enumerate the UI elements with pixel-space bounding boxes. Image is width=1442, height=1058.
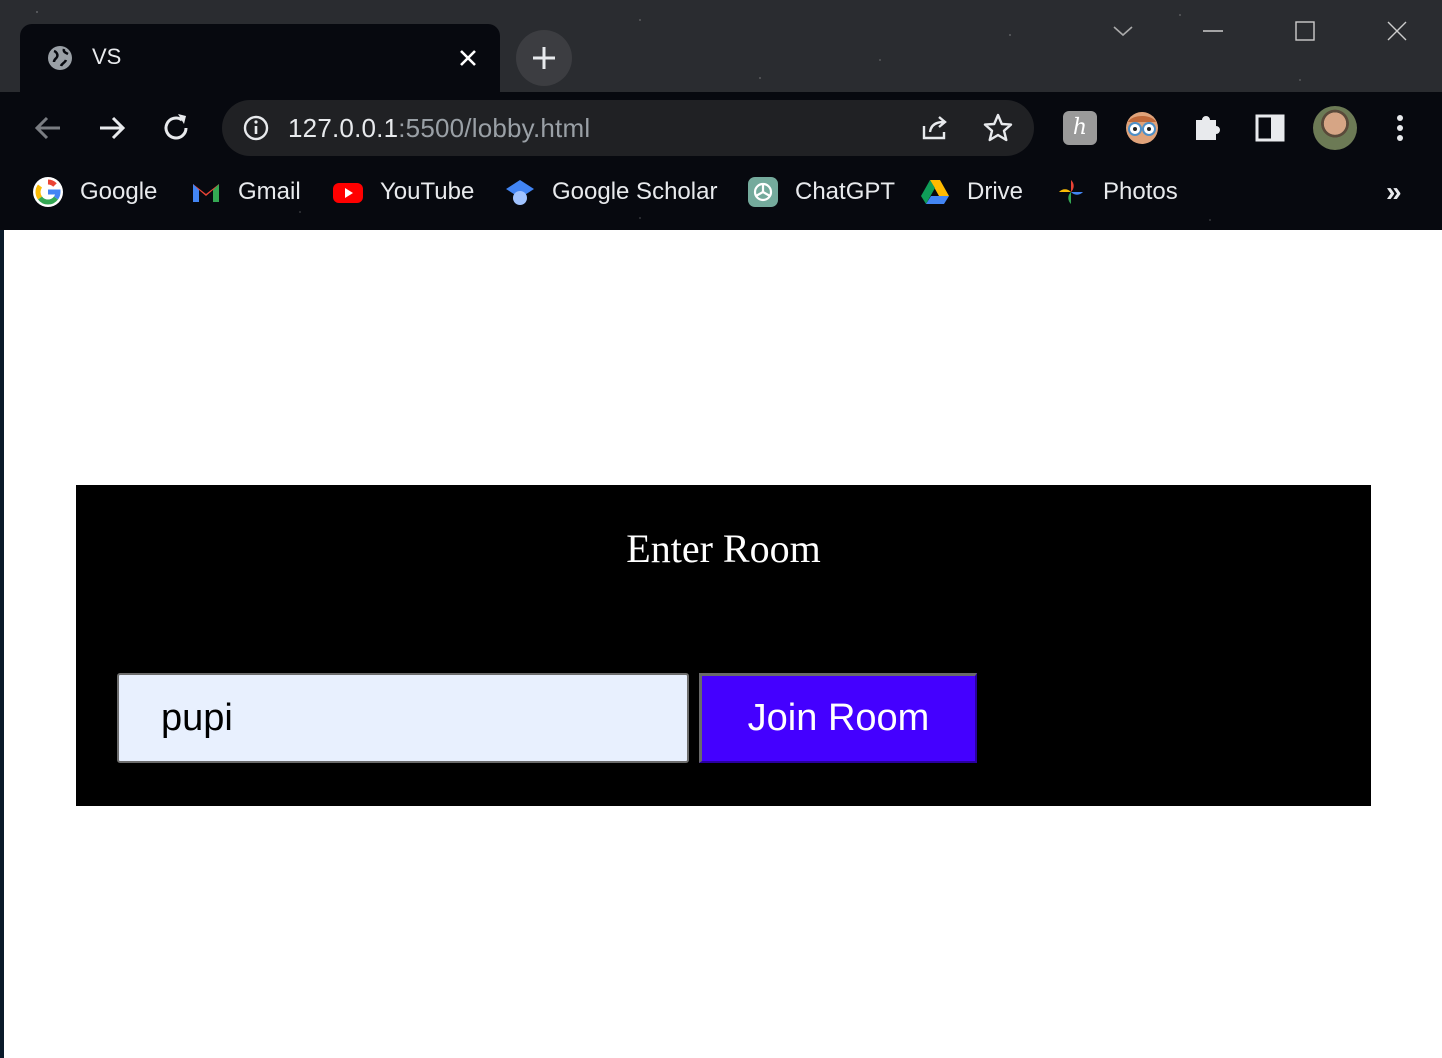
minimize-icon[interactable] <box>1198 16 1228 46</box>
window-close-icon[interactable] <box>1382 16 1412 46</box>
plus-icon <box>533 47 555 69</box>
maximize-icon[interactable] <box>1290 16 1320 46</box>
room-name-input[interactable] <box>117 673 689 763</box>
browser-tab[interactable]: VS <box>20 24 500 92</box>
menu-kebab-icon[interactable] <box>1380 108 1420 148</box>
url-text[interactable]: 127.0.0.1:5500/lobby.html <box>288 113 590 144</box>
bookmark-google[interactable]: Google <box>32 168 157 216</box>
honey-extension-icon[interactable]: h <box>1060 108 1100 148</box>
join-room-button[interactable]: Join Room <box>699 673 977 763</box>
bookmark-label: ChatGPT <box>795 178 896 205</box>
back-icon[interactable] <box>30 110 66 146</box>
photos-icon <box>1059 180 1083 204</box>
url-path: :5500/lobby.html <box>398 113 591 143</box>
chatgpt-icon <box>748 177 778 207</box>
bookmark-chatgpt[interactable]: ChatGPT <box>747 168 895 216</box>
address-bar[interactable]: 127.0.0.1:5500/lobby.html <box>222 100 1034 156</box>
forward-icon[interactable] <box>94 110 130 146</box>
close-icon[interactable] <box>454 44 482 72</box>
url-host: 127.0.0.1 <box>288 113 399 143</box>
bookmark-youtube[interactable]: YouTube <box>332 168 474 216</box>
bookmarks-bar: Google Gmail YouTube Google Scholar Chat… <box>0 168 1442 216</box>
bookmark-drive[interactable]: Drive <box>919 168 1023 216</box>
new-tab-button[interactable] <box>516 30 572 86</box>
bookmark-photos[interactable]: Photos <box>1055 168 1178 216</box>
globe-icon <box>48 46 72 70</box>
bookmark-label: Gmail <box>238 178 301 205</box>
bookmark-label: Photos <box>1103 178 1178 205</box>
page-viewport: Enter Room Join Room <box>4 230 1442 1058</box>
google-icon <box>33 177 63 207</box>
gmail-icon <box>193 184 219 202</box>
info-icon[interactable] <box>242 114 270 142</box>
drive-icon <box>921 180 949 204</box>
star-icon[interactable] <box>982 112 1014 144</box>
bookmarks-overflow-button[interactable]: » <box>1386 176 1402 208</box>
page-title: Enter Room <box>626 526 821 571</box>
puzzle-extensions-icon[interactable] <box>1188 108 1228 148</box>
bookmark-google-scholar[interactable]: Google Scholar <box>504 168 717 216</box>
bookmark-label: Google <box>80 178 158 205</box>
scholar-icon <box>506 180 534 205</box>
side-panel-icon[interactable] <box>1250 108 1290 148</box>
share-icon[interactable] <box>918 112 950 144</box>
bookmark-label: Drive <box>967 178 1024 205</box>
browser-chrome: VS 127.0.0.1:5500/lobby.html h Google Gm… <box>0 0 1442 230</box>
reload-icon[interactable] <box>158 110 194 146</box>
lobby-panel: Enter Room Join Room <box>76 485 1371 806</box>
profile-avatar[interactable] <box>1313 106 1357 150</box>
bookmark-label: Google Scholar <box>552 178 718 205</box>
tab-title: VS <box>92 44 122 69</box>
eyes-extension-icon[interactable] <box>1122 108 1162 148</box>
youtube-icon <box>333 183 363 203</box>
chevron-down-icon[interactable] <box>1108 16 1138 46</box>
bookmark-label: YouTube <box>380 178 475 205</box>
bookmark-gmail[interactable]: Gmail <box>190 168 301 216</box>
